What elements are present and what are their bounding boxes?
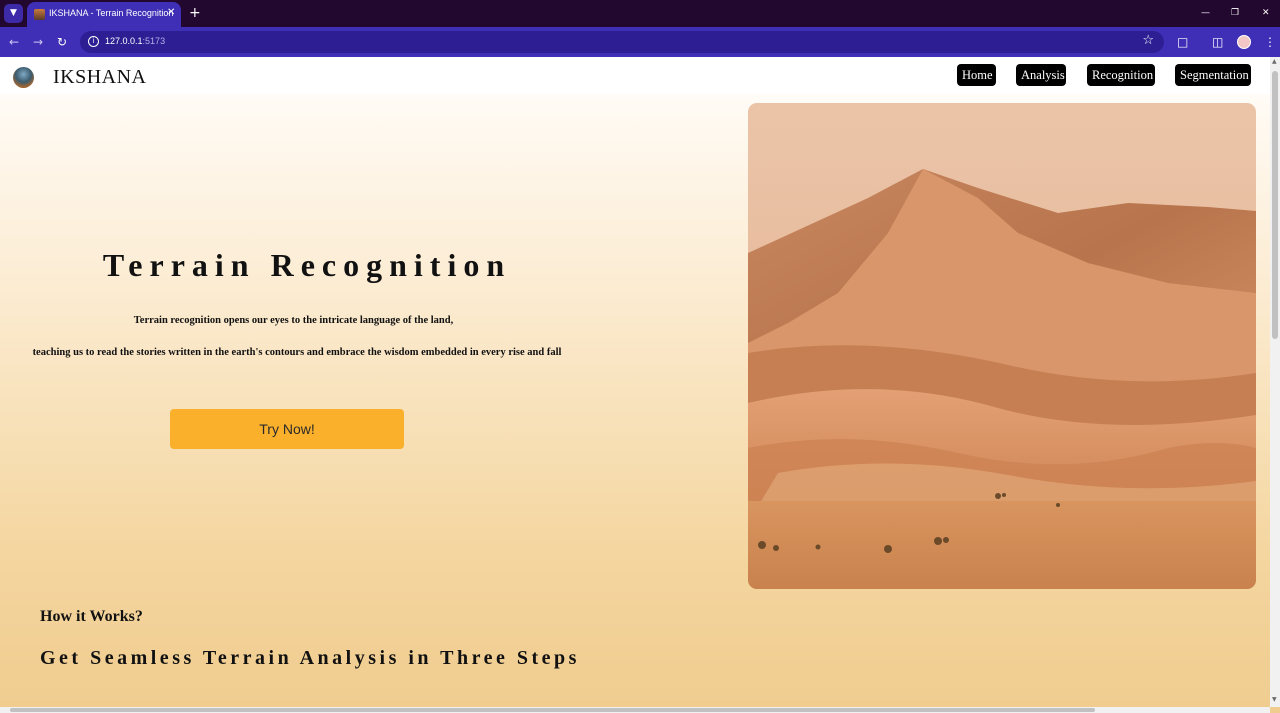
tab-title: IKSHANA - Terrain Recognition (49, 8, 174, 18)
horizontal-scrollbar-thumb[interactable] (10, 708, 1095, 712)
browser-tab[interactable]: IKSHANA - Terrain Recognition ✕ (27, 2, 181, 27)
close-icon[interactable]: ✕ (167, 6, 175, 20)
close-window-icon[interactable]: ✕ (1262, 6, 1270, 20)
brand-name[interactable]: IKSHANA (53, 66, 147, 89)
nav-home-button[interactable]: Home (957, 64, 996, 86)
star-icon[interactable]: ☆ (1142, 33, 1154, 49)
try-now-button[interactable]: Try Now! (170, 409, 404, 449)
scroll-up-arrow-icon[interactable]: ▲ (1272, 59, 1277, 65)
kebab-menu-icon[interactable]: ⋮ (1264, 34, 1276, 50)
how-it-works-title: Get Seamless Terrain Analysis in Three S… (40, 647, 580, 669)
browser-toolbar: ← → ↻ i 127.0.0.1:5173 ☆ □ ◫ ⋮ (0, 27, 1280, 57)
info-icon[interactable]: i (88, 36, 99, 47)
nav-segmentation-button[interactable]: Segmentation (1175, 64, 1251, 86)
forward-arrow-icon[interactable]: → (33, 34, 43, 50)
restore-icon[interactable]: ❐ (1231, 6, 1239, 20)
reload-icon[interactable]: ↻ (57, 34, 67, 50)
how-it-works-label: How it Works? (40, 608, 143, 625)
hero-tagline-line-2: teaching us to read the stories written … (32, 347, 562, 358)
nav-recognition-button[interactable]: Recognition (1087, 64, 1155, 86)
favicon-icon (34, 9, 45, 20)
minimize-icon[interactable]: — (1201, 6, 1210, 20)
side-panel-icon[interactable]: ◫ (1212, 34, 1223, 50)
nav-analysis-button[interactable]: Analysis (1016, 64, 1066, 86)
chevron-down-icon[interactable]: ▼ (4, 4, 23, 23)
page-viewport: IKSHANA Home Analysis Recognition Segmen… (0, 57, 1280, 713)
hero-title: Terrain Recognition (102, 247, 512, 283)
back-arrow-icon[interactable]: ← (9, 34, 19, 50)
vertical-scrollbar[interactable]: ▲ ▼ (1270, 57, 1280, 707)
plus-icon[interactable]: + (189, 5, 201, 21)
desert-sand-dunes-image (748, 103, 1256, 589)
url-text[interactable]: 127.0.0.1:5173 (105, 36, 165, 46)
address-bar[interactable]: i 127.0.0.1:5173 ☆ (80, 31, 1164, 53)
browser-tab-strip: ▼ IKSHANA - Terrain Recognition ✕ + — ❐ … (0, 0, 1280, 27)
horizontal-scrollbar[interactable] (0, 707, 1270, 713)
avatar[interactable] (1237, 35, 1251, 49)
site-navbar: IKSHANA Home Analysis Recognition Segmen… (0, 57, 1270, 94)
puzzle-icon[interactable]: □ (1177, 34, 1188, 50)
scroll-down-arrow-icon[interactable]: ▼ (1272, 697, 1277, 703)
hero-tagline-line-1: Terrain recognition opens our eyes to th… (133, 315, 454, 326)
logo-icon[interactable] (13, 67, 34, 88)
scrollbar-thumb[interactable] (1272, 71, 1278, 339)
